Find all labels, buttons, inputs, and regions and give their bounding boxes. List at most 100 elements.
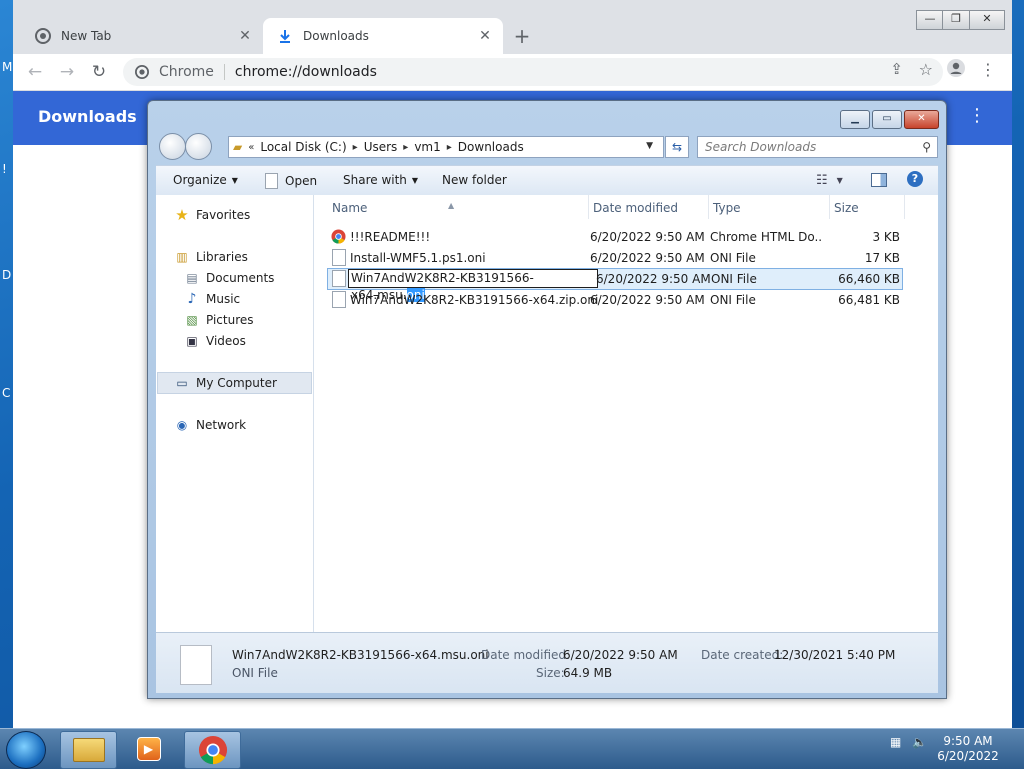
restore-button[interactable]: ❐ [942,10,970,30]
close-icon[interactable]: ✕ [237,28,253,44]
refresh-icon[interactable]: ⇆ [665,136,689,158]
command-bar: Organize ▼ Open Share with ▼ New folder ☷ ▼… [156,165,938,196]
minimize-button[interactable]: ▁ [840,110,870,129]
taskbar-chrome-button[interactable] [184,731,241,769]
open-button[interactable]: Open [265,173,317,189]
menu-kebab-icon[interactable]: ⋮ [976,58,1000,82]
share-icon[interactable]: ⇪ [890,60,903,78]
file-row[interactable]: Win7AndW2K8R2-KB3191566-x64.zip.oni 6/20… [328,290,902,310]
details-pane: Win7AndW2K8R2-KB3191566-x64.msu.oni ONI … [156,632,938,693]
nav-network[interactable]: ◉ Network [174,417,246,433]
back-button[interactable] [159,133,186,160]
back-arrow-icon[interactable]: ← [23,60,47,84]
nav-label: My Computer [196,376,277,390]
nav-favorites[interactable]: ★ Favorites [174,206,250,224]
omnibox-site-label: Chrome [159,64,214,80]
forward-button[interactable] [185,133,212,160]
tab-downloads[interactable]: Downloads ✕ [263,18,503,54]
folder-icon [72,738,105,762]
nav-my-computer[interactable]: ▭ My Computer [157,372,312,394]
documents-icon: ▤ [186,271,198,285]
file-row[interactable]: Install-WMF5.1.ps1.oni 6/20/2022 9:50 AM… [328,248,902,268]
chevron-down-icon[interactable]: ▼ [646,141,653,151]
tab-new-tab[interactable]: New Tab ✕ [21,18,263,54]
nav-label: Videos [206,334,246,348]
new-folder-button[interactable]: New folder [442,173,507,187]
pictures-icon: ▧ [186,313,198,327]
breadcrumb-downloads[interactable]: Downloads [458,140,524,154]
details-filename: Win7AndW2K8R2-KB3191566-x64.msu.oni [232,648,489,662]
overflow-chevron-icon[interactable]: « [248,142,254,153]
more-actions-icon[interactable]: ⋮ [968,105,986,126]
download-icon [277,28,293,44]
chevron-right-icon[interactable]: ▸ [447,142,452,153]
column-header-type[interactable]: Type [709,195,830,219]
nav-music[interactable]: ♪ Music [184,291,241,307]
chevron-right-icon[interactable]: ▸ [353,142,358,153]
maximize-button[interactable]: ▭ [872,110,902,129]
details-date-modified-label: Date modified: [481,648,571,662]
minimize-button[interactable]: — [916,10,944,30]
address-bar[interactable]: Chrome chrome://downloads ⇪ ☆ [123,58,943,86]
details-date-created-label: Date created: [701,648,784,662]
organize-button[interactable]: Organize ▼ [173,173,238,187]
chevron-right-icon[interactable]: ▸ [403,142,408,153]
network-tray-icon[interactable]: ▦ [890,735,901,749]
column-header-date[interactable]: Date modified [589,195,709,219]
file-name: Install-WMF5.1.ps1.oni [350,251,486,265]
clock-time: 9:50 AM [943,734,993,748]
start-button[interactable] [6,731,46,769]
column-header-label: Name [332,201,368,215]
column-header-name[interactable]: Name ▲ [328,195,589,219]
media-player-icon: ▶ [136,737,161,761]
close-window-button[interactable]: ✕ [969,10,1005,30]
nav-pictures[interactable]: ▧ Pictures [184,312,253,328]
tab-label: Downloads [303,29,369,43]
preview-pane-icon[interactable] [871,173,887,187]
nav-documents[interactable]: ▤ Documents [184,270,274,286]
share-with-button[interactable]: Share with ▼ [343,173,418,187]
folder-icon: ▰ [233,140,243,154]
star-icon: ★ [175,206,189,224]
file-icon [332,249,346,266]
rename-input[interactable]: Win7AndW2K8R2-KB3191566-x64.msu.oni [348,269,598,302]
search-icon[interactable]: ⚲ [922,140,931,154]
nav-libraries[interactable]: ▥ Libraries [174,249,248,265]
explorer-window: ▁ ▭ ✕ ▰ « Local Disk (C:) ▸ Users ▸ vm1 … [147,100,947,699]
breadcrumb-vm1[interactable]: vm1 [414,140,440,154]
breadcrumb-local-disk[interactable]: Local Disk (C:) [260,140,346,154]
new-folder-label: New folder [442,173,507,187]
file-row-selected[interactable]: Win7AndW2K8R2-KB3191566-x64.msu.oni 6/20… [327,268,903,302]
profile-avatar-icon[interactable] [944,58,968,82]
computer-icon: ▭ [176,376,188,390]
close-icon[interactable]: ✕ [477,28,493,44]
bookmark-star-icon[interactable]: ☆ [919,60,933,79]
file-row[interactable]: !!!README!!! 6/20/2022 9:50 AM Chrome HT… [328,227,902,247]
details-date-modified: 6/20/2022 9:50 AM [563,648,678,662]
organize-label: Organize [173,173,227,187]
explorer-body: ★ Favorites ▥ Libraries ▤ Documents ♪ Mu… [156,195,938,632]
forward-arrow-icon[interactable]: → [55,60,79,84]
view-options-icon[interactable]: ☷ ▼ [816,173,843,188]
taskbar: ▶ ▦ 🔈 9:50 AM 6/20/2022 [0,728,1024,769]
file-date: 6/20/2022 9:50 AM [596,272,711,286]
reload-icon[interactable]: ↻ [87,60,111,84]
volume-icon[interactable]: 🔈 [912,735,927,749]
search-input[interactable]: Search Downloads ⚲ [697,136,938,158]
file-name: !!!README!!! [350,230,431,244]
help-icon[interactable]: ? [907,171,923,187]
column-header-size[interactable]: Size [830,195,905,219]
new-tab-button[interactable]: + [511,25,533,47]
file-size: 66,481 KB [838,293,900,307]
file-type: Chrome HTML Do... [710,230,822,244]
taskbar-explorer-button[interactable] [60,731,117,769]
address-breadcrumb[interactable]: ▰ « Local Disk (C:) ▸ Users ▸ vm1 ▸ Down… [228,136,664,158]
file-size: 17 KB [864,251,900,265]
close-window-button[interactable]: ✕ [904,110,939,129]
file-size: 3 KB [872,230,900,244]
breadcrumb-users[interactable]: Users [364,140,398,154]
nav-videos[interactable]: ▣ Videos [184,333,246,349]
system-clock[interactable]: 9:50 AM 6/20/2022 [930,734,1006,764]
taskbar-media-player-button[interactable]: ▶ [121,731,176,767]
nav-label: Music [206,292,241,306]
